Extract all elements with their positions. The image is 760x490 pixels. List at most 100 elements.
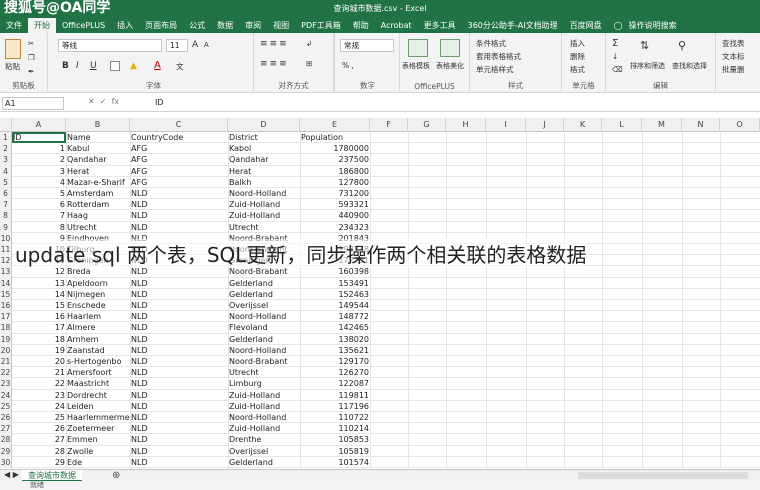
cell-district[interactable]: Gelderland: [228, 457, 300, 468]
cell-district[interactable]: Drenthe: [228, 434, 300, 445]
column-header[interactable]: B: [66, 118, 130, 132]
cell-pop[interactable]: 117196: [300, 401, 370, 412]
cell-code[interactable]: NLD: [130, 266, 228, 277]
copy-icon[interactable]: ❐: [28, 53, 35, 62]
table-template-label[interactable]: 表格模板: [402, 61, 430, 71]
cell-name[interactable]: Haag: [66, 210, 130, 221]
cell-district[interactable]: Balkh: [228, 177, 300, 188]
cell-code[interactable]: NLD: [130, 345, 228, 356]
cell-name[interactable]: Almere: [66, 322, 130, 333]
tab-officeplus[interactable]: OfficePLUS: [56, 18, 111, 33]
cell-district[interactable]: Noord-Holland: [228, 311, 300, 322]
find-select-icon[interactable]: ⚲: [678, 39, 686, 52]
cell-id[interactable]: 22: [12, 378, 66, 389]
tab-home[interactable]: 开始: [28, 18, 56, 33]
cell-id[interactable]: 23: [12, 390, 66, 401]
cell-pop[interactable]: 127800: [300, 177, 370, 188]
cell-district[interactable]: Noord-Brabant: [228, 356, 300, 367]
cell-code[interactable]: NLD: [130, 289, 228, 300]
cell-district[interactable]: Gelderland: [228, 334, 300, 345]
add-sheet-icon[interactable]: ⊕: [112, 470, 120, 481]
number-format-select[interactable]: 常规: [340, 39, 394, 52]
cell-district[interactable]: Noord-Holland: [228, 188, 300, 199]
cell-district[interactable]: Gelderland: [228, 289, 300, 300]
cell-pop[interactable]: 122087: [300, 378, 370, 389]
cell-name[interactable]: Leiden: [66, 401, 130, 412]
cell-id[interactable]: 26: [12, 423, 66, 434]
cell-pop[interactable]: 152463: [300, 289, 370, 300]
cell-code[interactable]: AFG: [130, 166, 228, 177]
column-header[interactable]: J: [526, 118, 564, 132]
cell-id[interactable]: 28: [12, 446, 66, 457]
format-as-table-button[interactable]: 套用表格格式: [476, 51, 521, 62]
cell-code[interactable]: NLD: [130, 322, 228, 333]
tab-acrobat[interactable]: Acrobat: [375, 18, 418, 33]
table-template-icon[interactable]: [408, 39, 428, 57]
cell-code[interactable]: NLD: [130, 367, 228, 378]
fill-color-icon[interactable]: ▲: [130, 61, 137, 71]
column-header[interactable]: I: [486, 118, 526, 132]
column-header[interactable]: D: [228, 118, 300, 132]
cell-district[interactable]: Zuid-Holland: [228, 401, 300, 412]
borders-icon[interactable]: [110, 61, 120, 71]
cell-code[interactable]: NLD: [130, 412, 228, 423]
conditional-format-button[interactable]: 条件格式: [476, 38, 506, 49]
row-header[interactable]: 27: [0, 423, 12, 435]
cell-district[interactable]: Overijssel: [228, 300, 300, 311]
row-header[interactable]: 23: [0, 378, 12, 390]
cell-district[interactable]: Limburg: [228, 378, 300, 389]
cell-code[interactable]: AFG: [130, 143, 228, 154]
cell-id[interactable]: 3: [12, 166, 66, 177]
cell-id[interactable]: 18: [12, 334, 66, 345]
cell-id[interactable]: 21: [12, 367, 66, 378]
paste-icon[interactable]: [5, 39, 21, 59]
row-header[interactable]: 20: [0, 344, 12, 356]
tab-baidu-netdisk[interactable]: 百度网盘: [564, 18, 608, 33]
cell-code[interactable]: NLD: [130, 446, 228, 457]
column-header[interactable]: L: [602, 118, 642, 132]
cell-id[interactable]: 15: [12, 300, 66, 311]
vertical-align-icons[interactable]: ≡≡≡: [260, 39, 289, 49]
cell-pop[interactable]: 129170: [300, 356, 370, 367]
sort-filter-icon[interactable]: ⇅: [640, 39, 649, 52]
cell-id[interactable]: 5: [12, 188, 66, 199]
cell-pop[interactable]: 142465: [300, 322, 370, 333]
cell-id[interactable]: 14: [12, 289, 66, 300]
cell-code[interactable]: NLD: [130, 434, 228, 445]
cell-pop[interactable]: 440900: [300, 210, 370, 221]
font-size-select[interactable]: 11: [166, 39, 188, 52]
tab-more-tools[interactable]: 更多工具: [418, 18, 462, 33]
row-header[interactable]: 30: [0, 456, 12, 468]
cell-pop[interactable]: 731200: [300, 188, 370, 199]
cell-id[interactable]: ID: [12, 132, 66, 144]
tab-review[interactable]: 审阅: [239, 18, 267, 33]
horizontal-scrollbar[interactable]: [578, 472, 748, 479]
row-header[interactable]: 29: [0, 445, 12, 457]
cell-pop[interactable]: 126270: [300, 367, 370, 378]
cell-pop[interactable]: 1780000: [300, 143, 370, 154]
column-header[interactable]: A: [12, 118, 66, 132]
cell-id[interactable]: 29: [12, 457, 66, 468]
cell-code[interactable]: NLD: [130, 457, 228, 468]
column-header[interactable]: E: [300, 118, 370, 132]
cell-pop[interactable]: 149544: [300, 300, 370, 311]
cell-district[interactable]: Utrecht: [228, 367, 300, 378]
cell-district[interactable]: Noord-Holland: [228, 345, 300, 356]
batch-delete-button[interactable]: 批量删: [722, 64, 745, 75]
cell-pop[interactable]: 148772: [300, 311, 370, 322]
autosum-icon[interactable]: Σ: [612, 38, 618, 49]
row-header[interactable]: 15: [0, 288, 12, 300]
sort-filter-label[interactable]: 排序和筛选: [630, 61, 665, 71]
cell-pop[interactable]: 110214: [300, 423, 370, 434]
tab-view[interactable]: 视图: [267, 18, 295, 33]
font-color-icon[interactable]: A: [154, 60, 161, 71]
cell-code[interactable]: CountryCode: [130, 132, 228, 143]
row-header[interactable]: 12: [0, 255, 12, 267]
cell-pop[interactable]: 135621: [300, 345, 370, 356]
cell-name[interactable]: s-Hertogenbo: [66, 356, 130, 367]
cell-id[interactable]: 20: [12, 356, 66, 367]
select-all-corner[interactable]: [0, 118, 12, 132]
cell-code[interactable]: NLD: [130, 423, 228, 434]
insert-cells-button[interactable]: 插入: [570, 38, 585, 49]
row-header[interactable]: 28: [0, 434, 12, 446]
